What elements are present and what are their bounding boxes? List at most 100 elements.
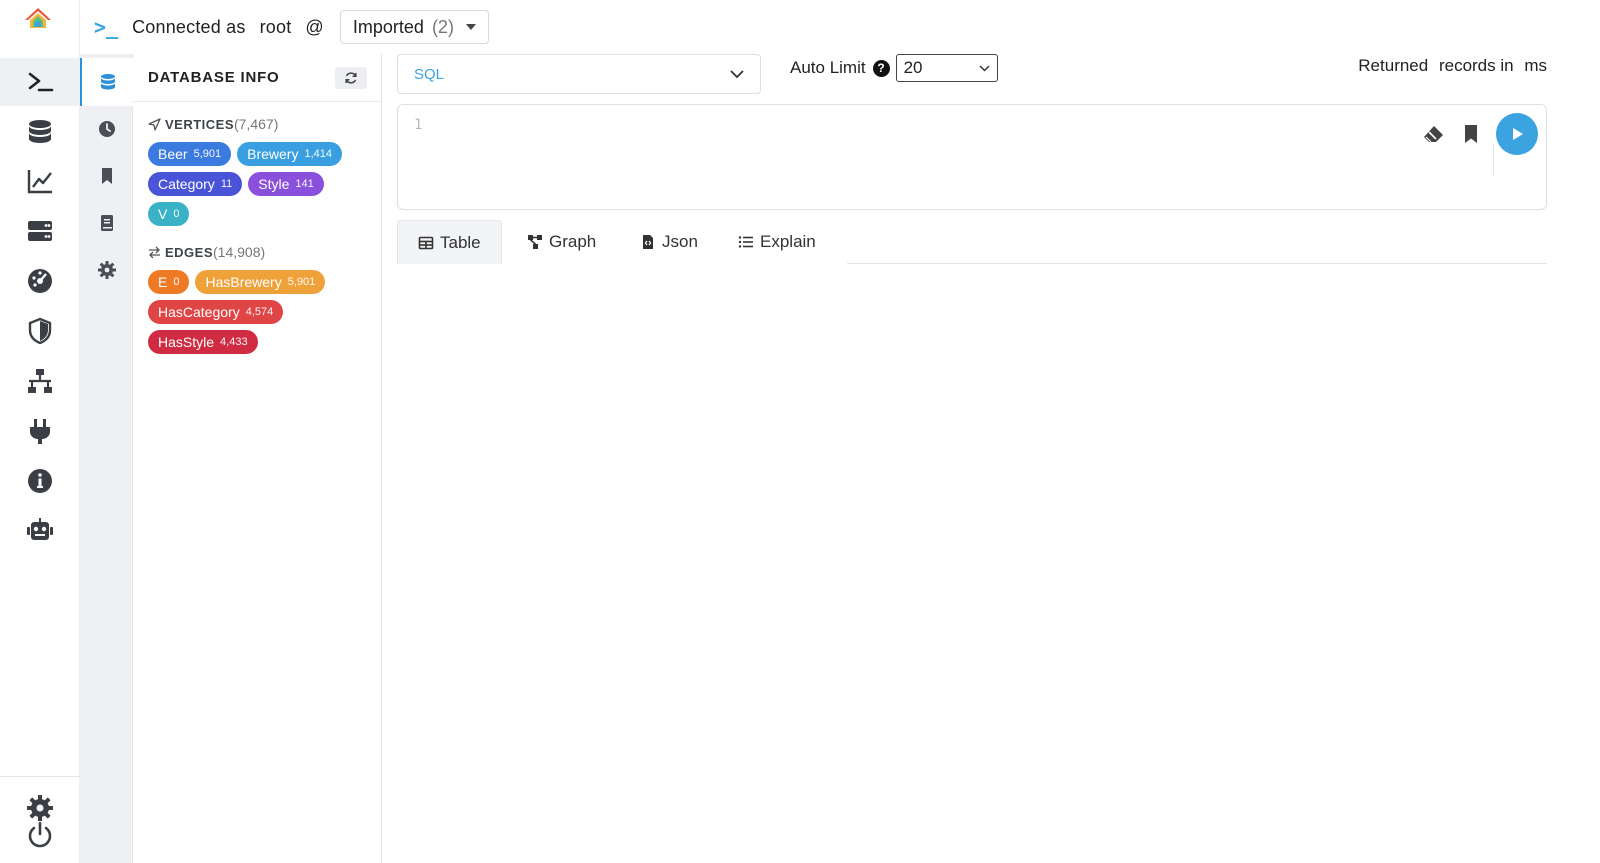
vertex-badge-v[interactable]: V0: [148, 202, 190, 226]
rail-info-item[interactable]: [0, 457, 80, 505]
vertex-badge-category[interactable]: Category 11: [148, 172, 243, 196]
book-icon: [100, 215, 113, 231]
graph-icon: [528, 235, 542, 249]
exchange-icon: [149, 246, 160, 258]
list-icon: [738, 236, 753, 248]
server-icon: [28, 221, 52, 241]
rail-logout-item[interactable]: [0, 810, 80, 858]
rail-query-item[interactable]: [0, 58, 80, 106]
panel-header: DATABASE INFO: [133, 54, 381, 102]
subnav-settings[interactable]: [80, 246, 133, 294]
eraser-icon: [1424, 126, 1443, 143]
ms-label: ms: [1524, 56, 1547, 75]
top-bar: >_ Connected as root @ Imported (2): [80, 0, 1600, 54]
app-logo: [22, 6, 54, 36]
edges-header: EDGES (14,908): [133, 242, 381, 262]
vertices-label: VERTICES: [165, 116, 235, 132]
rail-dashboard-item[interactable]: [0, 257, 80, 305]
badge-name: HasStyle: [158, 334, 215, 350]
rail-separator: [0, 776, 80, 777]
badge-count: 4,433: [220, 336, 248, 348]
edges-count: (14,908): [213, 244, 266, 260]
edge-badge-hascategory[interactable]: HasCategory 4,574: [148, 300, 284, 324]
edges-label: EDGES: [165, 244, 214, 260]
bookmark-button[interactable]: [1452, 115, 1490, 153]
vertex-badge-style[interactable]: Style 141: [248, 172, 324, 196]
returned-label: Returned: [1358, 56, 1429, 75]
tab-label: Explain: [760, 232, 816, 251]
edge-badge-hasbrewery[interactable]: HasBrewery 5,901: [195, 270, 326, 294]
connected-label: Connected as: [132, 16, 246, 37]
database-icon: [100, 74, 115, 90]
rail-plugins-item[interactable]: [0, 407, 80, 455]
edge-types: E0 HasBrewery 5,901 HasCategory 4,574 HasS…: [133, 270, 381, 360]
tabs-underline: [847, 263, 1547, 264]
table-icon: [418, 236, 434, 249]
records-label: records in: [1438, 56, 1514, 75]
robot-icon: [27, 518, 53, 540]
badge-count: 5,901: [193, 148, 222, 160]
badge-name: HasCategory: [158, 304, 240, 320]
power-icon: [28, 821, 52, 848]
info-icon: [28, 469, 52, 493]
database-icon: [29, 120, 51, 143]
badge-name: HasBrewery: [205, 274, 282, 290]
subnav-bookmarks[interactable]: [80, 152, 133, 200]
tab-json[interactable]: Json: [640, 220, 698, 264]
badge-name: Beer: [158, 146, 188, 162]
query-editor[interactable]: 1: [397, 104, 1547, 210]
clear-button[interactable]: [1414, 115, 1452, 153]
tab-label: Json: [662, 232, 698, 251]
run-button[interactable]: [1496, 113, 1538, 155]
tab-label: Table: [440, 232, 481, 252]
plugin-icon: [30, 419, 50, 444]
rail-server-item[interactable]: [0, 207, 80, 255]
rail-database-item[interactable]: [0, 108, 80, 156]
connected-user: root: [259, 16, 292, 37]
auto-limit-label: Auto Limit: [790, 58, 866, 77]
subnav-database-info[interactable]: [80, 58, 133, 106]
chevron-down-icon: [730, 69, 744, 78]
database-select[interactable]: Imported (2): [339, 10, 489, 44]
vertices-header: VERTICES (7,467): [133, 114, 381, 134]
at-symbol: @: [305, 16, 324, 37]
play-icon: [1513, 128, 1523, 140]
send-icon: [148, 117, 161, 131]
terminal-prompt-icon: >_: [94, 15, 119, 39]
tab-label: Graph: [549, 232, 597, 251]
edge-badge-e[interactable]: E0: [148, 270, 190, 294]
line-number: 1: [414, 117, 423, 133]
auto-limit-select[interactable]: 20: [895, 54, 998, 82]
subnav-history[interactable]: [80, 105, 133, 153]
editor-toolbar: [1414, 113, 1538, 155]
badge-name: V: [158, 206, 168, 222]
language-select[interactable]: SQL: [397, 54, 761, 94]
gear-icon: [97, 261, 116, 279]
badge-count: 0: [173, 208, 180, 220]
bookmark-icon: [1465, 125, 1477, 143]
auto-limit-group: Auto Limit ? 20: [790, 54, 998, 82]
rail-metrics-item[interactable]: [0, 157, 80, 205]
subnav-docs[interactable]: [80, 199, 133, 247]
tab-table[interactable]: Table: [397, 220, 502, 264]
history-icon: [98, 121, 115, 137]
refresh-button[interactable]: [335, 66, 367, 89]
chart-icon: [27, 170, 52, 194]
security-icon: [28, 317, 52, 345]
vertex-badge-beer[interactable]: Beer 5,901: [148, 142, 232, 166]
badge-name: Style: [258, 176, 290, 192]
database-subnav: [80, 54, 133, 863]
cluster-icon: [28, 369, 52, 393]
database-name: Imported: [352, 16, 424, 37]
dashboard-icon: [28, 269, 52, 293]
badge-name: E: [158, 274, 168, 290]
rail-security-item[interactable]: [0, 307, 80, 355]
edge-badge-hasstyle[interactable]: HasStyle 4,433: [148, 330, 258, 354]
caret-down-icon: [465, 24, 476, 30]
rail-ai-item[interactable]: [0, 507, 80, 555]
tab-explain[interactable]: Explain: [738, 220, 816, 264]
rail-cluster-item[interactable]: [0, 357, 80, 405]
vertex-badge-brewery[interactable]: Brewery 1,414: [237, 142, 342, 166]
help-icon[interactable]: ?: [872, 59, 890, 77]
tab-graph[interactable]: Graph: [527, 220, 596, 264]
